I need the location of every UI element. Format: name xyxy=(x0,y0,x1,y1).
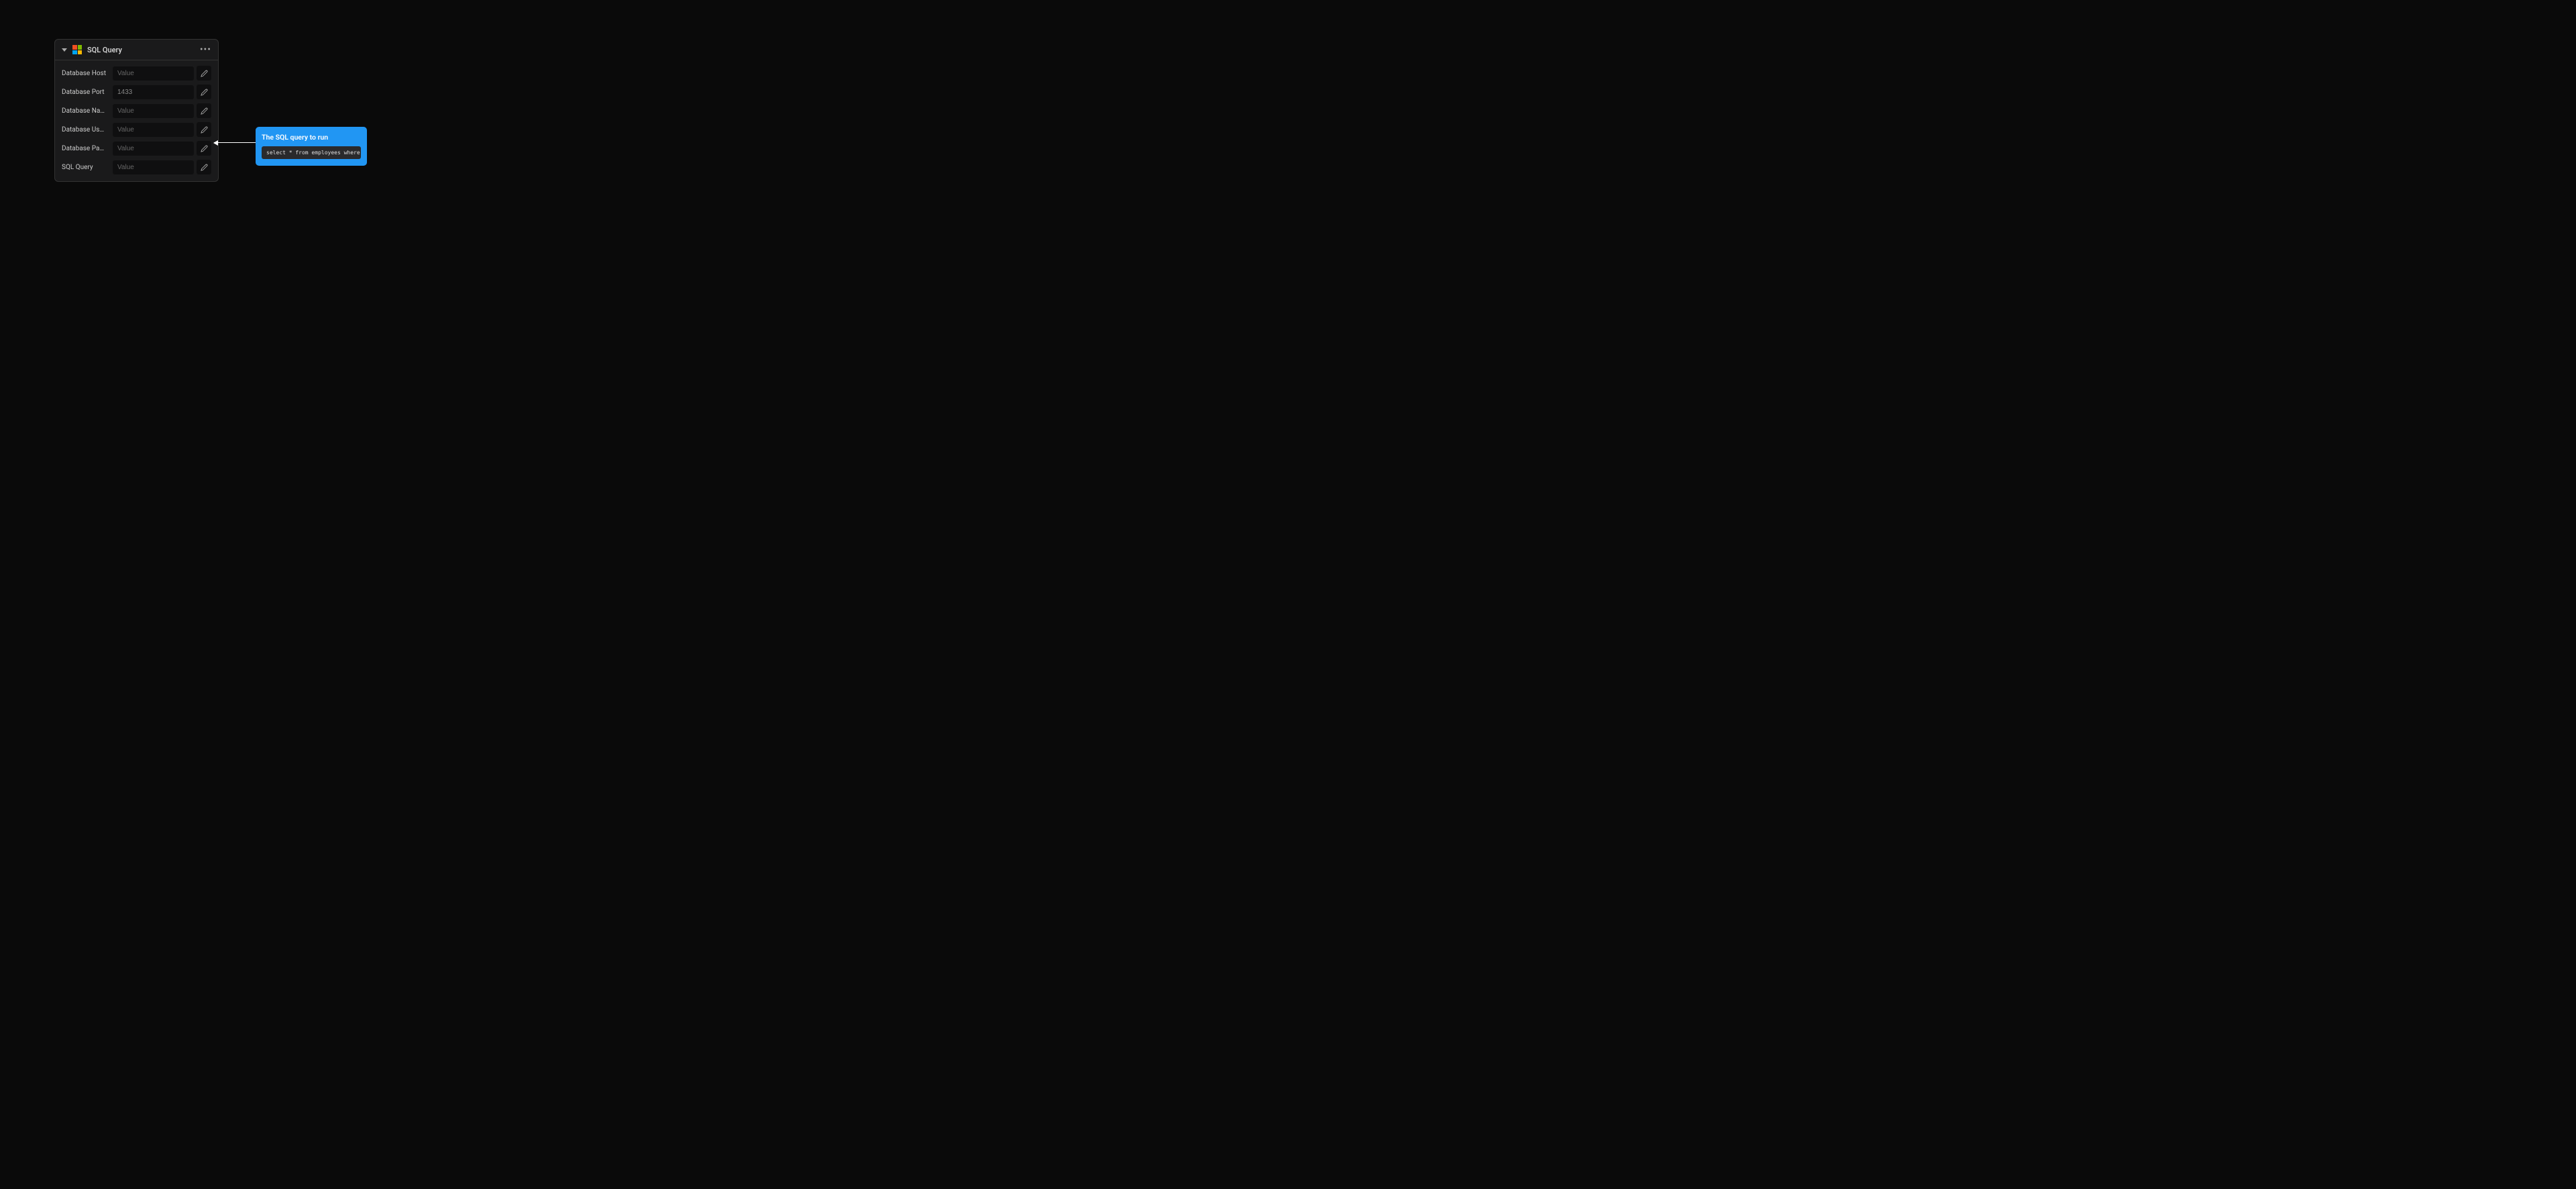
field-label: Database Pa… xyxy=(62,145,110,152)
database-host-input[interactable] xyxy=(113,66,194,81)
database-port-input[interactable] xyxy=(113,85,194,99)
field-row-database-password: Database Pa… xyxy=(62,141,211,156)
edit-button[interactable] xyxy=(197,103,211,118)
edit-button[interactable] xyxy=(197,85,211,99)
pencil-icon xyxy=(201,89,208,96)
panel-body: Database Host Database Port Database Na…… xyxy=(55,60,218,181)
callout-code: select * from employees where id = 1 xyxy=(262,146,361,159)
pencil-icon xyxy=(201,126,208,134)
field-label: Database Host xyxy=(62,70,110,77)
edit-button[interactable] xyxy=(197,160,211,174)
database-name-input[interactable] xyxy=(113,104,194,118)
pencil-icon xyxy=(201,70,208,77)
callout-tooltip: The SQL query to run select * from emplo… xyxy=(256,127,367,166)
pencil-icon xyxy=(201,164,208,171)
field-row-database-port: Database Port xyxy=(62,85,211,99)
edit-button[interactable] xyxy=(197,141,211,156)
field-label: Database Us… xyxy=(62,126,110,134)
edit-button[interactable] xyxy=(197,122,211,137)
more-menu-icon[interactable]: ••• xyxy=(200,45,211,54)
edit-button[interactable] xyxy=(197,66,211,81)
collapse-caret-icon[interactable] xyxy=(62,48,67,52)
field-row-database-user: Database Us… xyxy=(62,122,211,137)
field-label: Database Na… xyxy=(62,107,110,115)
pencil-icon xyxy=(201,107,208,115)
sql-query-input[interactable] xyxy=(113,160,194,174)
field-row-sql-query: SQL Query xyxy=(62,160,211,174)
field-label: SQL Query xyxy=(62,164,110,171)
database-password-input[interactable] xyxy=(113,142,194,156)
annotation-arrow xyxy=(214,142,256,143)
callout-title: The SQL query to run xyxy=(262,133,361,142)
field-row-database-host: Database Host xyxy=(62,66,211,81)
panel-title: SQL Query xyxy=(87,46,195,54)
pencil-icon xyxy=(201,145,208,152)
field-row-database-name: Database Na… xyxy=(62,103,211,118)
microsoft-icon xyxy=(72,45,82,54)
sql-query-panel: SQL Query ••• Database Host Database Por… xyxy=(54,39,219,182)
field-label: Database Port xyxy=(62,89,110,96)
panel-header: SQL Query ••• xyxy=(55,40,218,60)
database-user-input[interactable] xyxy=(113,123,194,137)
